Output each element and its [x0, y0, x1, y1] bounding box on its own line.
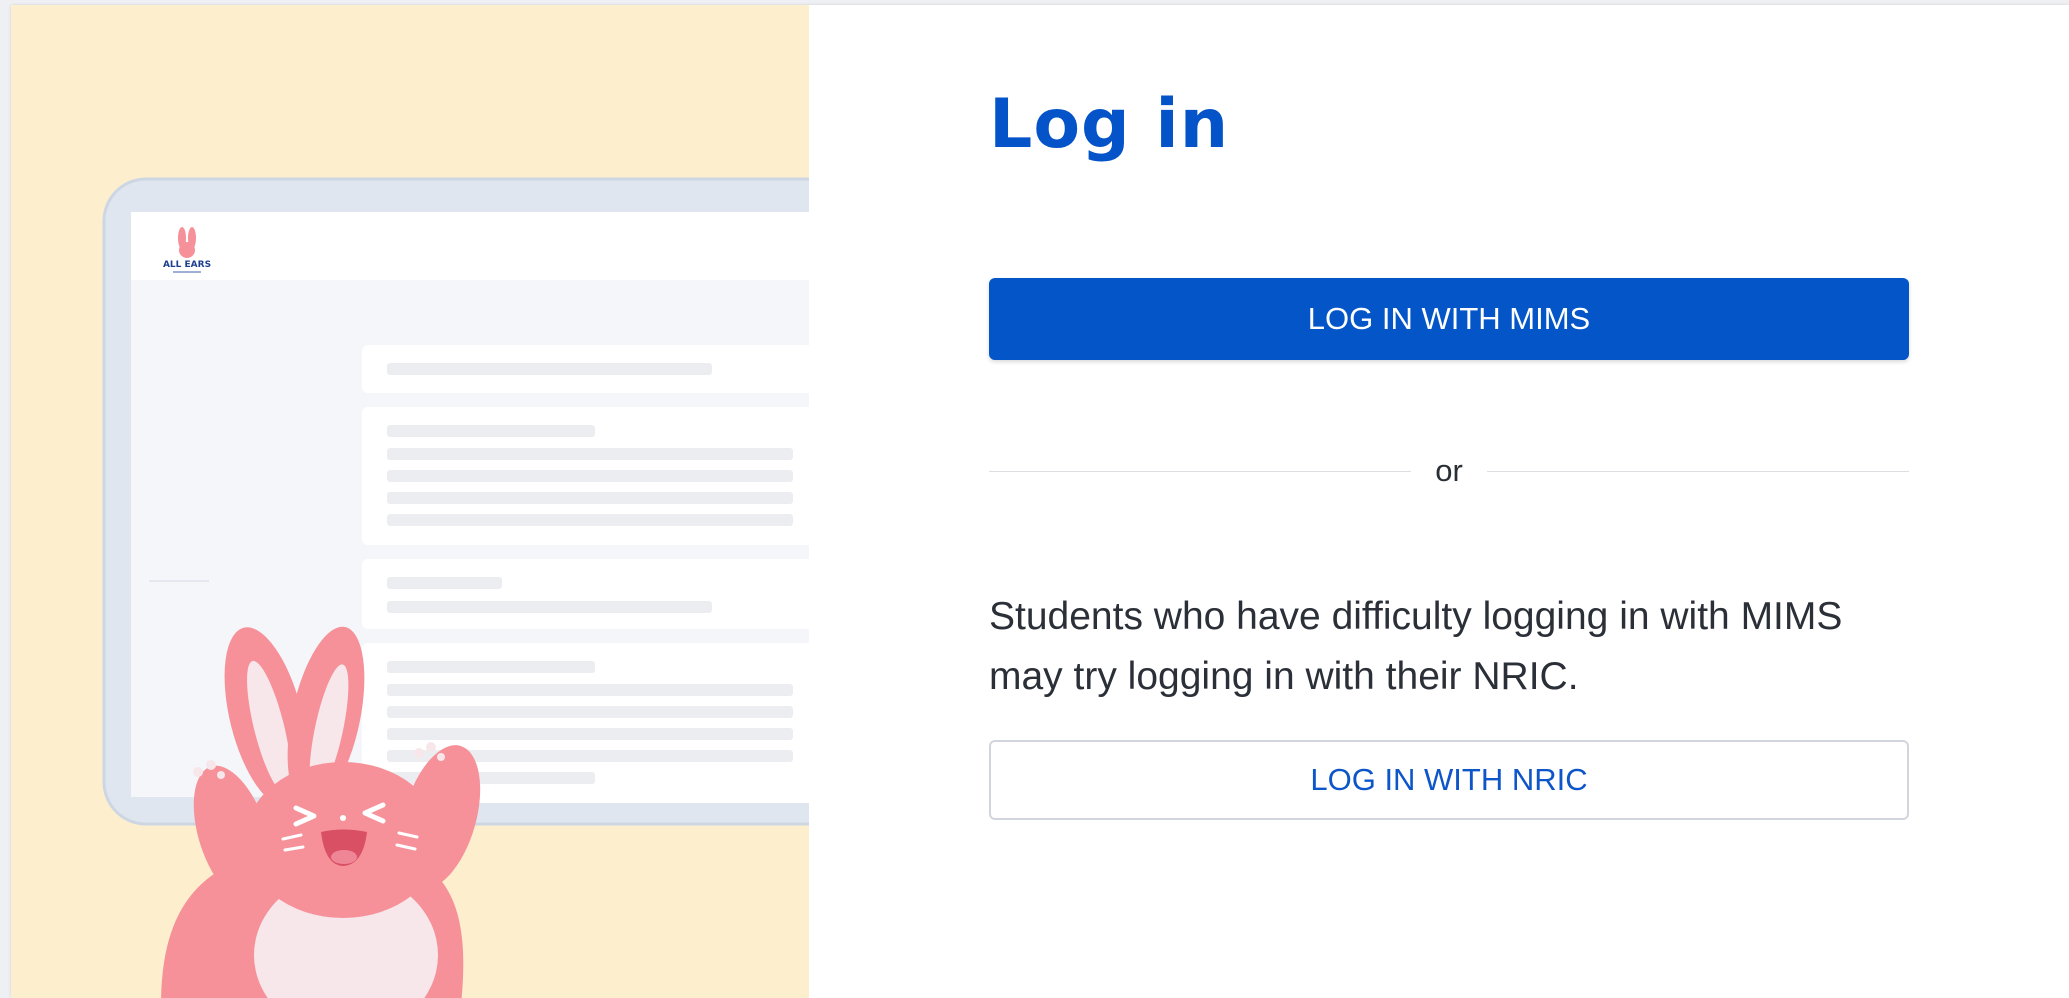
divider-line-right [1487, 471, 1909, 472]
page-title: Log in [989, 85, 1230, 164]
skeleton-card-2 [362, 407, 809, 545]
logo-text: ALL EARS [163, 260, 211, 270]
nric-help-text: Students who have difficulty logging in … [989, 595, 1843, 698]
login-page: ALL EARS Log in LOG IN WITH MIMS or Stud… [11, 5, 2069, 998]
or-divider: or [989, 451, 1909, 491]
login-panel: Log in LOG IN WITH MIMS or Students who … [809, 5, 2069, 998]
screen-header [131, 212, 809, 280]
skeleton-card-3 [362, 559, 809, 629]
login-with-nric-button[interactable]: LOG IN WITH NRIC [989, 740, 1909, 820]
login-illustration: ALL EARS [102, 177, 809, 998]
login-with-mims-button[interactable]: LOG IN WITH MIMS [989, 278, 1909, 360]
illustration-panel: ALL EARS [11, 5, 809, 998]
skeleton-card-1 [362, 345, 809, 393]
